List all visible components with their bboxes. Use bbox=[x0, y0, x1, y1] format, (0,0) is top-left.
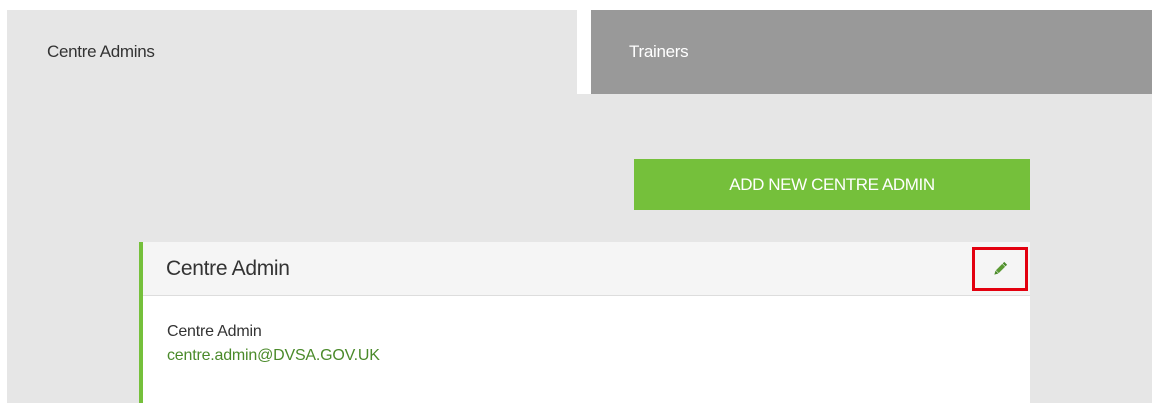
admin-name: Centre Admin bbox=[167, 323, 262, 340]
add-new-centre-admin-button[interactable]: ADD NEW CENTRE ADMIN bbox=[634, 159, 1030, 210]
tab-centre-admins-label: Centre Admins bbox=[47, 42, 155, 61]
tab-trainers[interactable]: Trainers bbox=[591, 10, 1152, 94]
card-body: Centre Admin centre.admin@DVSA.GOV.UK bbox=[143, 296, 1030, 366]
edit-button[interactable] bbox=[972, 247, 1028, 291]
tab-centre-admins[interactable]: Centre Admins bbox=[7, 10, 577, 94]
centre-admin-card: Centre Admin Centre Admin centre.admin@D… bbox=[139, 242, 1030, 403]
pencil-icon bbox=[994, 261, 1008, 275]
card-title: Centre Admin bbox=[166, 256, 290, 280]
card-header: Centre Admin bbox=[143, 242, 1030, 296]
tab-trainers-label: Trainers bbox=[629, 42, 689, 61]
admin-email-link[interactable]: centre.admin@DVSA.GOV.UK bbox=[167, 346, 380, 366]
tab-divider bbox=[577, 10, 591, 94]
